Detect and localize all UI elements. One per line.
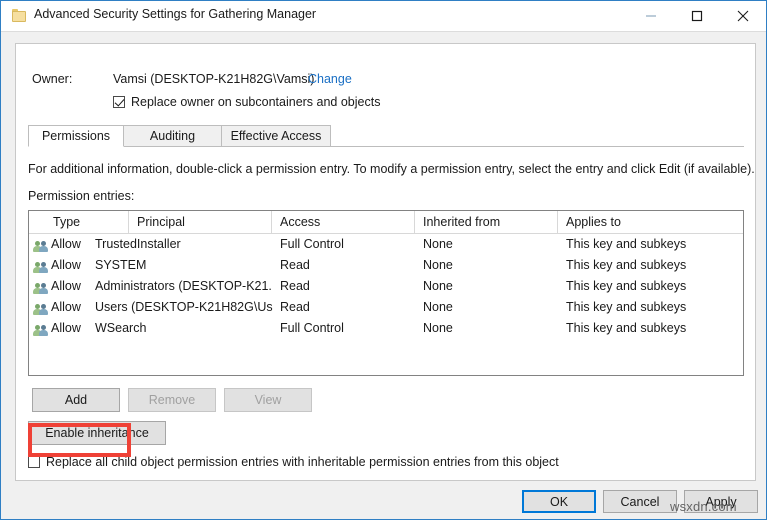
remove-button: Remove xyxy=(128,388,216,412)
cell-applies-to: This key and subkeys xyxy=(566,321,687,335)
column-header-applies-to[interactable]: Applies to xyxy=(558,211,743,233)
cell-access: Full Control xyxy=(280,321,344,335)
ok-button[interactable]: OK xyxy=(522,490,596,513)
dialog-content: Owner: Vamsi (DESKTOP-K21H82G\Vamsi) Cha… xyxy=(15,43,756,481)
table-row[interactable]: Allow TrustedInstaller Full Control None… xyxy=(29,234,743,255)
window-title: Advanced Security Settings for Gathering… xyxy=(34,7,317,21)
minimize-icon[interactable] xyxy=(628,1,674,31)
add-button[interactable]: Add xyxy=(32,388,120,412)
cell-inherited-from: None xyxy=(423,258,453,272)
view-button: View xyxy=(224,388,312,412)
cell-inherited-from: None xyxy=(423,237,453,251)
title-bar: Advanced Security Settings for Gathering… xyxy=(1,1,766,32)
close-icon[interactable] xyxy=(720,1,766,31)
owner-value: Vamsi (DESKTOP-K21H82G\Vamsi) xyxy=(113,72,315,86)
replace-child-permissions-checkbox[interactable]: Replace all child object permission entr… xyxy=(28,455,559,469)
change-owner-link[interactable]: Change xyxy=(308,72,352,86)
cell-access: Read xyxy=(280,300,310,314)
info-text: For additional information, double-click… xyxy=(28,162,755,176)
cell-inherited-from: None xyxy=(423,279,453,293)
cell-principal: SYSTEM xyxy=(95,258,147,272)
checkbox-box[interactable] xyxy=(113,96,125,108)
column-header-inherited-from[interactable]: Inherited from xyxy=(415,211,558,233)
column-header-type[interactable]: Type xyxy=(45,211,129,233)
cell-inherited-from: None xyxy=(423,321,453,335)
dialog-footer: OK Cancel Apply xyxy=(1,481,766,519)
cell-access: Read xyxy=(280,279,310,293)
replace-owner-label: Replace owner on subcontainers and objec… xyxy=(131,95,381,109)
group-users-icon xyxy=(33,237,49,252)
cell-principal: TrustedInstaller xyxy=(95,237,181,251)
cell-applies-to: This key and subkeys xyxy=(566,237,687,251)
table-row[interactable]: Allow SYSTEM Read None This key and subk… xyxy=(29,255,743,276)
permission-entries-label: Permission entries: xyxy=(28,189,135,203)
replace-child-permissions-label: Replace all child object permission entr… xyxy=(46,455,559,469)
tab-auditing[interactable]: Auditing xyxy=(123,125,222,147)
cell-principal: Users (DESKTOP-K21H82G\Us... xyxy=(95,300,273,314)
cell-applies-to: This key and subkeys xyxy=(566,258,687,272)
group-users-icon xyxy=(33,300,49,315)
advanced-security-settings-window: Advanced Security Settings for Gathering… xyxy=(0,0,767,520)
window-controls xyxy=(628,1,766,31)
tab-permissions[interactable]: Permissions xyxy=(28,125,124,147)
cell-access: Read xyxy=(280,258,310,272)
replace-owner-checkbox[interactable]: Replace owner on subcontainers and objec… xyxy=(113,95,380,109)
column-header-principal[interactable]: Principal xyxy=(129,211,272,233)
permission-entries-table[interactable]: Type Principal Access Inherited from App… xyxy=(28,210,744,376)
group-users-icon xyxy=(33,321,49,336)
cell-principal: WSearch xyxy=(95,321,147,335)
group-users-icon xyxy=(33,258,49,273)
group-users-icon xyxy=(33,279,49,294)
cell-applies-to: This key and subkeys xyxy=(566,279,687,293)
table-header-row: Type Principal Access Inherited from App… xyxy=(29,211,743,234)
maximize-icon[interactable] xyxy=(674,1,720,31)
column-header-access[interactable]: Access xyxy=(272,211,415,233)
checkbox-box[interactable] xyxy=(28,456,40,468)
table-row[interactable]: Allow Users (DESKTOP-K21H82G\Us... Read … xyxy=(29,297,743,318)
cell-access: Full Control xyxy=(280,237,344,251)
cell-applies-to: This key and subkeys xyxy=(566,300,687,314)
tab-strip: Permissions Auditing Effective Access xyxy=(28,125,744,147)
tab-effective-access[interactable]: Effective Access xyxy=(221,125,331,147)
apply-button[interactable]: Apply xyxy=(684,490,758,513)
folder-icon xyxy=(12,9,26,22)
cell-principal: Administrators (DESKTOP-K21... xyxy=(95,279,273,293)
enable-inheritance-button[interactable]: Enable inheritance xyxy=(28,421,166,445)
table-row[interactable]: Allow WSearch Full Control None This key… xyxy=(29,318,743,339)
owner-label: Owner: xyxy=(32,72,73,86)
cell-inherited-from: None xyxy=(423,300,453,314)
cancel-button[interactable]: Cancel xyxy=(603,490,677,513)
table-row[interactable]: Allow Administrators (DESKTOP-K21... Rea… xyxy=(29,276,743,297)
